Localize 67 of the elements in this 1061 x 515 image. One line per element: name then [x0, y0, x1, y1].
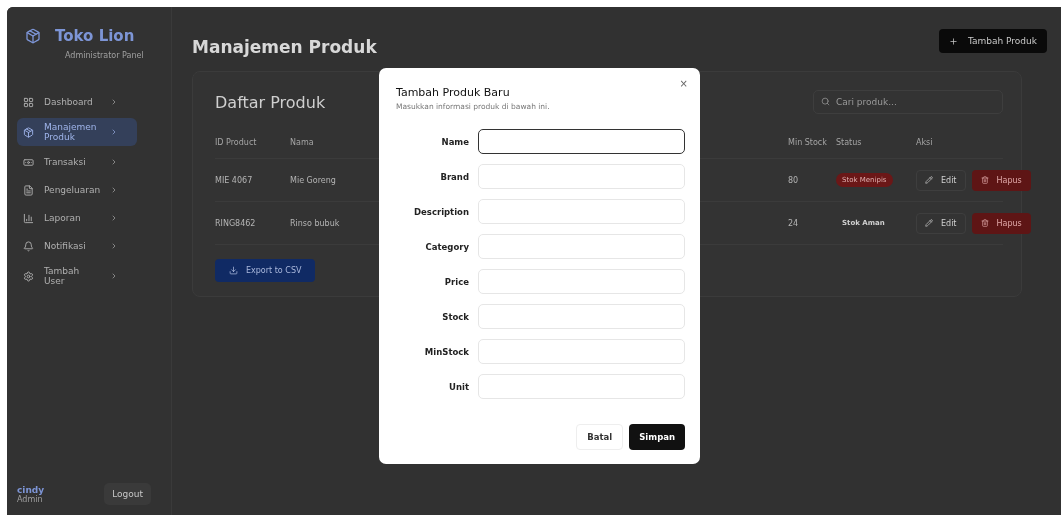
export-button[interactable]: Export to CSV [215, 259, 316, 282]
table-cell-text: RING8462 [215, 218, 257, 228]
table-cell-text: 24 [788, 218, 800, 228]
table-cell-text: Rinso bubuk [290, 218, 341, 228]
chevron-right-icon [110, 214, 118, 222]
input-field[interactable] [478, 129, 685, 154]
sidebar-item[interactable]: Tambah User [17, 262, 137, 290]
sidebar-item[interactable]: Laporan [17, 206, 137, 230]
table-cell-text: 80 [788, 175, 800, 185]
sidebar-item[interactable]: Notifikasi [17, 234, 137, 258]
logout-button[interactable]: Logout [104, 483, 151, 505]
brand-subtitle: Administrator Panel [65, 51, 145, 60]
column-header: Min Stock [788, 137, 828, 147]
field-label: Price [443, 276, 469, 287]
save-button[interactable]: Simpan [629, 424, 685, 450]
chevron-right-icon [110, 98, 118, 106]
table-cell-text: MIE 4067 [215, 175, 254, 185]
edit-button[interactable]: Edit [916, 169, 966, 191]
trash-icon [980, 219, 989, 227]
chevron-right-icon [110, 186, 118, 194]
column-header: Nama [290, 137, 315, 147]
bar-chart-icon [23, 212, 34, 224]
column-header: Aksi [916, 137, 934, 147]
brand-name: Toko Lion [55, 27, 135, 45]
field-label: Stock [441, 311, 469, 322]
field-label: MinStock [423, 346, 469, 357]
sidebar-item[interactable]: Transaksi [17, 150, 137, 174]
pencil-icon [925, 219, 933, 227]
search-icon [821, 97, 830, 106]
chevron-right-icon [110, 158, 118, 166]
grid-icon [23, 96, 34, 108]
column-header: ID Product [215, 137, 258, 147]
cancel-button[interactable]: Batal [576, 424, 624, 450]
user-role: Admin [17, 494, 43, 504]
pencil-icon [925, 176, 933, 184]
dialog-title: Tambah Produk Baru [396, 86, 511, 99]
field-label: Category [424, 241, 469, 252]
page-title: Manajemen Produk [192, 37, 377, 57]
chevron-right-icon [110, 128, 118, 136]
sidebar-item[interactable]: Dashboard [17, 90, 137, 114]
field-label: Brand [439, 171, 469, 182]
field-label: Unit [448, 381, 469, 392]
edit-button[interactable]: Edit [916, 212, 966, 234]
trash-icon [980, 176, 989, 184]
field-label: Name [440, 136, 469, 147]
gear-icon [23, 270, 34, 282]
field-label: Description [413, 206, 469, 217]
plus-icon [949, 36, 958, 46]
sidebar-item[interactable]: Pengeluaran [17, 178, 137, 202]
chevron-right-icon [110, 272, 118, 280]
download-icon [229, 266, 238, 275]
card-title: Daftar Produk [215, 92, 326, 112]
add-product-button[interactable]: Tambah Produk [939, 29, 1047, 53]
banknote-icon [23, 156, 34, 168]
user-name: cindy [17, 484, 45, 495]
column-header: Status [836, 137, 863, 147]
package-logo-icon [25, 28, 41, 44]
document-icon [23, 184, 34, 196]
delete-button[interactable]: Hapus [971, 212, 1031, 234]
delete-button[interactable]: Hapus [971, 169, 1031, 191]
search-field[interactable]: Cari produk... [813, 90, 1003, 114]
bell-icon [23, 240, 34, 252]
close-button[interactable]: × [677, 76, 690, 91]
table-cell-text: Mie Goreng [290, 175, 337, 185]
package-icon [23, 126, 34, 138]
chevron-right-icon [110, 242, 118, 250]
sidebar-item[interactable]: Manajemen Produk [17, 118, 137, 146]
